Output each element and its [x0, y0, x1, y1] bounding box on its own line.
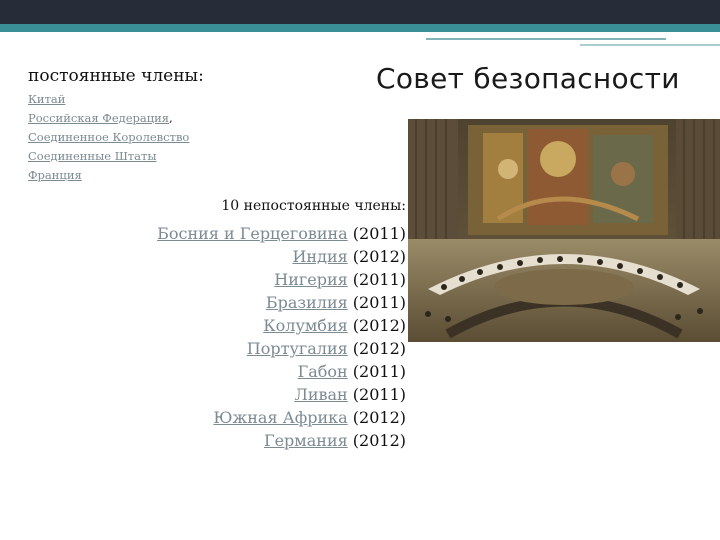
term-year: (2012)	[352, 316, 406, 335]
list-item[interactable]: Франция	[28, 166, 189, 185]
list-item[interactable]: Колумбия (2012)	[157, 314, 406, 337]
country-link[interactable]: Босния и Герцеговина	[157, 224, 348, 243]
country-link[interactable]: Бразилия	[266, 293, 348, 312]
country-link[interactable]: Колумбия	[263, 316, 347, 335]
country-link[interactable]: Российская Федерация	[28, 111, 169, 125]
country-link[interactable]: Франция	[28, 168, 82, 182]
term-year: (2011)	[352, 224, 406, 243]
list-item[interactable]: Южная Африка (2012)	[157, 406, 406, 429]
top-bar	[0, 0, 720, 24]
country-link[interactable]: Южная Африка	[213, 408, 347, 427]
permanent-members-list: Китай Российская Федерация, Соединенное …	[28, 90, 189, 185]
list-item[interactable]: Российская Федерация,	[28, 109, 189, 128]
top-accent-bar	[0, 24, 720, 32]
country-link[interactable]: Соединенное Королевство	[28, 130, 189, 144]
permanent-members-heading: постоянные члены:	[28, 66, 204, 86]
list-item[interactable]: Германия (2012)	[157, 429, 406, 452]
security-council-chamber-photo	[408, 119, 720, 342]
list-item[interactable]: Габон (2011)	[157, 360, 406, 383]
list-item[interactable]: Нигерия (2011)	[157, 268, 406, 291]
non-permanent-members-heading: 10 непостоянные члены:	[221, 198, 406, 214]
term-year: (2011)	[352, 362, 406, 381]
list-item[interactable]: Ливан (2011)	[157, 383, 406, 406]
term-year: (2012)	[352, 247, 406, 266]
country-link[interactable]: Соединенные Штаты	[28, 149, 157, 163]
term-year: (2011)	[352, 270, 406, 289]
country-link[interactable]: Португалия	[247, 339, 348, 358]
list-item[interactable]: Соединенные Штаты	[28, 147, 189, 166]
country-link[interactable]: Габон	[298, 362, 348, 381]
decorative-line	[580, 44, 720, 46]
country-link[interactable]: Ливан	[294, 385, 347, 404]
list-item[interactable]: Португалия (2012)	[157, 337, 406, 360]
list-item[interactable]: Китай	[28, 90, 189, 109]
country-link[interactable]: Китай	[28, 92, 65, 106]
term-year: (2012)	[352, 431, 406, 450]
comma: ,	[169, 111, 173, 125]
term-year: (2011)	[352, 293, 406, 312]
list-item[interactable]: Бразилия (2011)	[157, 291, 406, 314]
list-item[interactable]: Соединенное Королевство	[28, 128, 189, 147]
country-link[interactable]: Нигерия	[274, 270, 347, 289]
list-item[interactable]: Индия (2012)	[157, 245, 406, 268]
country-link[interactable]: Германия	[264, 431, 348, 450]
term-year: (2011)	[352, 385, 406, 404]
slide-title: Совет безопасности	[376, 62, 680, 95]
term-year: (2012)	[352, 339, 406, 358]
non-permanent-members-list: Босния и Герцеговина (2011) Индия (2012)…	[157, 222, 406, 452]
decorative-line	[426, 38, 666, 40]
list-item[interactable]: Босния и Герцеговина (2011)	[157, 222, 406, 245]
term-year: (2012)	[352, 408, 406, 427]
country-link[interactable]: Индия	[292, 247, 347, 266]
